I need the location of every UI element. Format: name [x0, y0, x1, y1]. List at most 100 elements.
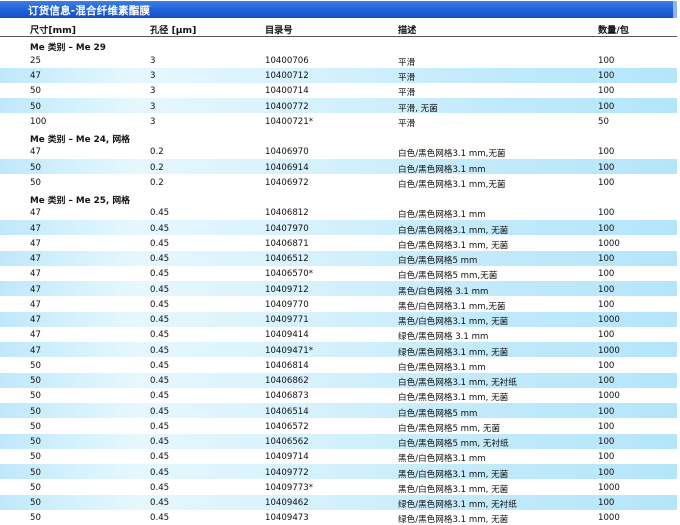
catalog-number-cell: 10409772: [265, 467, 309, 478]
catalog-number-cell: 10409712: [265, 284, 309, 295]
size-cell: 50: [30, 482, 41, 493]
description-cell: 白色/黑色网格5 mm, 无菌: [398, 423, 501, 434]
description-cell: 白色/黑色网格3.1 mm: [398, 210, 486, 221]
title-bar: 订货信息-混合纤维素酯膜: [0, 1, 677, 18]
catalog-number-cell: 10406570*: [265, 269, 314, 280]
description-cell: 绿色/黑色网格3.1 mm, 无菌: [398, 515, 509, 525]
pore-size-cell: 0.45: [150, 345, 170, 356]
quantity-cell: 100: [598, 101, 615, 112]
table-row: 50 0.45 10409462 绿色/黑色网格3.1 mm, 无衬纸 100: [0, 494, 677, 510]
table-row: 50 0.45 10406514 白色/黑色网格5 mm 100: [0, 403, 677, 419]
pore-size-cell: 0.45: [150, 223, 170, 234]
table-row: 50 3 10400772 平滑, 无菌 100: [0, 98, 677, 114]
description-cell: 黑色/白色网格3.1 mm, 无菌: [398, 317, 509, 327]
pore-size-cell: 0.45: [150, 360, 170, 371]
size-cell: 47: [30, 254, 41, 264]
table-row: 50 0.45 10409473 绿色/黑色网格3.1 mm, 无菌 1000: [0, 509, 677, 525]
description-cell: 黑色/白色网格3.1 mm: [398, 454, 486, 465]
description-cell: 黑色/白色网格3.1 mm, 无菌: [398, 484, 509, 495]
table-row: 50 0.45 10406862 白色/黑色网格3.1 mm, 无衬纸 100: [0, 372, 677, 388]
size-cell: 50: [30, 376, 41, 386]
catalog-number-cell: 10406572: [265, 421, 309, 432]
quantity-cell: 100: [598, 177, 615, 188]
quantity-cell: 100: [598, 284, 615, 295]
size-cell: 47: [30, 269, 41, 280]
pore-size-cell: 0.45: [150, 254, 170, 264]
pore-size-cell: 0.45: [150, 406, 170, 417]
group-title: Me 类别 – Me 29: [30, 43, 106, 53]
quantity-cell: 100: [598, 254, 615, 264]
description-cell: 黑色/白色网格3.1 mm, 无菌: [398, 469, 509, 480]
size-cell: 47: [30, 345, 41, 356]
table-row: 47 0.45 10406570* 白色/黑色网格5 mm,无菌 100: [0, 265, 677, 281]
size-cell: 47: [30, 330, 41, 341]
catalog-number-cell: 10406972: [265, 177, 309, 188]
catalog-number-cell: 10406970: [265, 147, 309, 158]
table-row: 47 0.45 10406512 白色/黑色网格5 mm 100: [0, 250, 677, 266]
description-cell: 绿色/黑色网格 3.1 mm: [398, 332, 489, 343]
catalog-number-cell: 10407970: [265, 223, 309, 234]
header-pore-size: 孔径 [µm]: [150, 25, 197, 36]
table-row: 47 0.45 10409770 黑色/白色网格3.1 mm,无菌 100: [0, 296, 677, 312]
size-cell: 47: [30, 147, 41, 158]
description-cell: 白色/黑色网格5 mm: [398, 408, 478, 419]
pore-size-cell: 0.45: [150, 467, 170, 478]
group-title: Me 类别 – Me 24, 网格: [30, 134, 130, 145]
quantity-cell: 100: [598, 452, 615, 463]
catalog-number-cell: 10409770: [265, 299, 309, 310]
quantity-cell: 100: [598, 208, 615, 219]
quantity-cell: 100: [598, 86, 615, 97]
quantity-cell: 1000: [598, 391, 620, 402]
table-row: 50 0.45 10409773* 黑色/白色网格3.1 mm, 无菌 1000: [0, 479, 677, 495]
description-cell: 白色/黑色网格3.1 mm,无菌: [398, 179, 506, 190]
description-cell: 平滑: [398, 118, 416, 129]
catalog-number-cell: 10409771: [265, 315, 309, 325]
description-cell: 绿色/黑色网格3.1 mm, 无衬纸: [398, 500, 517, 510]
table-row: 50 0.45 10406562 白色/黑色网格5 mm, 无衬纸 100: [0, 433, 677, 449]
description-cell: 白色/黑色网格3.1 mm,无菌: [398, 149, 506, 160]
table-header: 尺寸[mm] 孔径 [µm] 目录号 描述 数量/包: [0, 18, 677, 37]
size-cell: 50: [30, 498, 41, 508]
catalog-number-cell: 10400714: [265, 86, 309, 97]
size-cell: 47: [30, 284, 41, 295]
group-title: Me 类别 – Me 25, 网格: [30, 195, 130, 206]
size-cell: 47: [30, 299, 41, 310]
size-cell: 47: [30, 315, 41, 325]
quantity-cell: 100: [598, 162, 615, 173]
description-cell: 平滑: [398, 73, 416, 83]
size-cell: 47: [30, 71, 41, 81]
quantity-cell: 1000: [598, 238, 620, 249]
page-title: 订货信息-混合纤维素酯膜: [28, 5, 151, 17]
pore-size-cell: 3: [150, 55, 156, 66]
table-row: 47 0.45 10407970 白色/黑色网格3.1 mm, 无菌 100: [0, 220, 677, 236]
header-quantity: 数量/包: [598, 25, 629, 36]
catalog-number-cell: 10400712: [265, 71, 309, 81]
pore-size-cell: 0.2: [150, 162, 164, 173]
group-header: Me 类别 – Me 29: [0, 37, 677, 53]
size-cell: 25: [30, 55, 41, 66]
catalog-number-cell: 10409773*: [265, 482, 314, 493]
table-row: 47 0.45 10409414 绿色/黑色网格 3.1 mm 100: [0, 326, 677, 343]
description-cell: 白色/黑色网格3.1 mm: [398, 362, 486, 373]
catalog-number-cell: 10406914: [265, 162, 309, 173]
quantity-cell: 100: [598, 330, 615, 341]
header-catalog-number: 目录号: [265, 25, 293, 36]
table-row: 50 3 10400714 平滑 100: [0, 82, 677, 98]
group-header: Me 类别 – Me 25, 网格: [0, 189, 677, 206]
size-cell: 50: [30, 437, 41, 447]
table-row: 50 0.45 10406873 白色/黑色网格3.1 mm, 无菌 1000: [0, 387, 677, 403]
pore-size-cell: 3: [150, 116, 156, 127]
catalog-number-cell: 10409462: [265, 498, 309, 508]
description-cell: 白色/黑色网格3.1 mm: [398, 164, 486, 175]
quantity-cell: 100: [598, 360, 615, 371]
description-cell: 黑色/白色网格 3.1 mm: [398, 286, 489, 297]
description-cell: 白色/黑色网格5 mm: [398, 256, 478, 266]
pore-size-cell: 0.2: [150, 147, 164, 158]
pore-size-cell: 0.45: [150, 391, 170, 402]
catalog-number-cell: 10400721*: [265, 116, 314, 127]
pore-size-cell: 3: [150, 101, 156, 112]
pore-size-cell: 3: [150, 86, 156, 97]
table-row: 100 3 10400721* 平滑 50: [0, 113, 677, 129]
quantity-cell: 100: [598, 71, 615, 81]
size-cell: 50: [30, 513, 41, 524]
